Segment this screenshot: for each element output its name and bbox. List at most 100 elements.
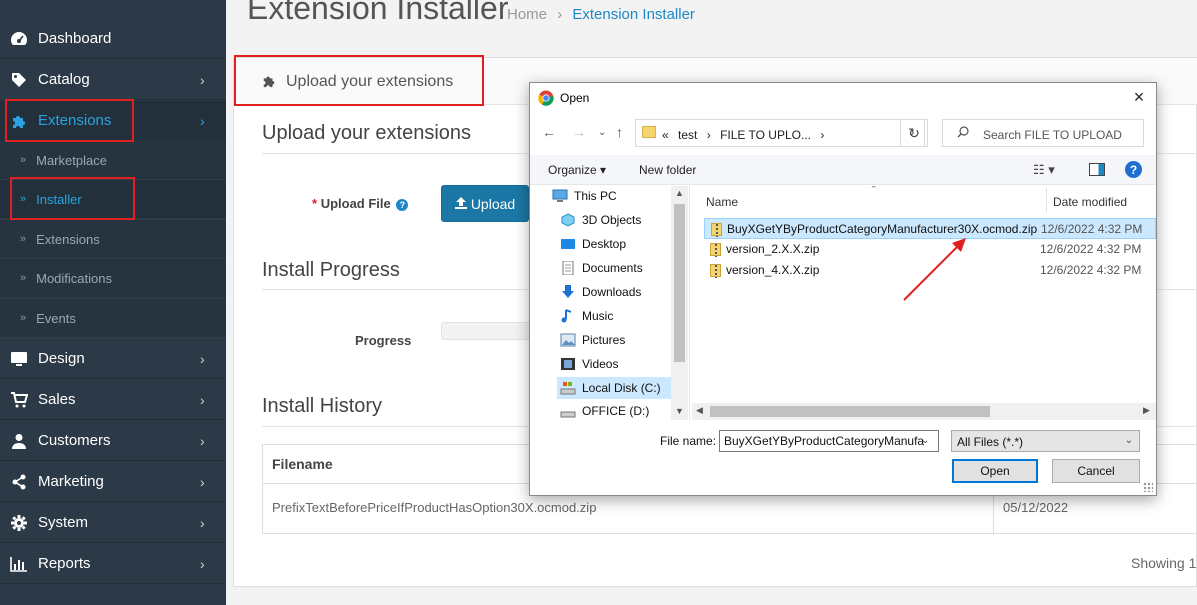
share-icon bbox=[10, 473, 28, 491]
sidebar-sub-label: Marketplace bbox=[36, 152, 107, 168]
sidebar-sub-label: Modifications bbox=[36, 270, 112, 286]
table-cell-filename: PrefixTextBeforePriceIfProductHasOption3… bbox=[272, 500, 597, 515]
sidebar-sub-label: Extensions bbox=[36, 231, 100, 247]
scroll-up-icon[interactable]: ▲ bbox=[675, 188, 684, 198]
music-icon bbox=[560, 309, 576, 323]
tree-item-label: Videos bbox=[582, 357, 619, 371]
organize-button[interactable]: Organize ▾ bbox=[548, 163, 606, 177]
sidebar-sub-item-events[interactable]: » Events bbox=[0, 299, 226, 338]
file-row[interactable]: version_4.X.X.zip 12/6/2022 4:32 PM bbox=[704, 260, 1156, 281]
sidebar-item-label: Reports bbox=[38, 555, 91, 572]
preview-pane-icon[interactable] bbox=[1089, 163, 1105, 176]
close-icon[interactable]: × bbox=[1130, 88, 1148, 106]
file-date: 12/6/2022 4:32 PM bbox=[1040, 242, 1142, 256]
disk-icon bbox=[560, 404, 576, 418]
sidebar-item-design[interactable]: Design › bbox=[0, 339, 226, 379]
sidebar-item-extensions[interactable]: Extensions › bbox=[0, 101, 226, 141]
zip-file-icon bbox=[710, 243, 721, 257]
sidebar-item-customers[interactable]: Customers › bbox=[0, 421, 226, 461]
computer-icon bbox=[552, 189, 568, 203]
table-cell-date: 05/12/2022 bbox=[1003, 500, 1069, 515]
recent-locations-icon[interactable]: ⌄ bbox=[598, 127, 606, 138]
sidebar: Dashboard Catalog › Extensions › » Marke… bbox=[0, 0, 226, 605]
forward-arrow-icon[interactable]: → bbox=[572, 124, 586, 140]
chrome-icon bbox=[538, 90, 554, 106]
sidebar-item-dashboard[interactable]: Dashboard bbox=[0, 19, 226, 59]
view-options-icon[interactable]: ☷ ▾ bbox=[1033, 162, 1055, 178]
upload-section-heading: Upload your extensions bbox=[262, 122, 472, 144]
column-header-name[interactable]: Name bbox=[706, 195, 738, 209]
scrollbar-thumb[interactable] bbox=[710, 406, 990, 417]
scrollbar-thumb[interactable] bbox=[674, 204, 685, 362]
cancel-button[interactable]: Cancel bbox=[1052, 459, 1140, 483]
back-arrow-icon[interactable]: ← bbox=[542, 124, 556, 140]
file-row-selected[interactable]: BuyXGetYByProductCategoryManufacturer30X… bbox=[704, 218, 1156, 239]
tree-item-local-disk[interactable]: Local Disk (C:) bbox=[557, 377, 671, 399]
file-row[interactable]: version_2.X.X.zip 12/6/2022 4:32 PM bbox=[704, 239, 1156, 260]
file-name: version_4.X.X.zip bbox=[726, 263, 820, 277]
tree-scrollbar[interactable]: ▲ ▼ bbox=[671, 186, 688, 420]
panel-heading-text: Upload your extensions bbox=[286, 73, 454, 90]
sidebar-item-label: Dashboard bbox=[38, 30, 112, 47]
chevron-right-icon: › bbox=[200, 392, 205, 408]
folder-icon bbox=[642, 126, 656, 138]
sidebar-sub-item-marketplace[interactable]: » Marketplace bbox=[0, 141, 226, 180]
horizontal-scrollbar[interactable]: ◀ ▶ bbox=[692, 403, 1156, 420]
breadcrumb-current[interactable]: Extension Installer bbox=[572, 6, 695, 23]
help-icon[interactable]: ? bbox=[1125, 161, 1142, 178]
file-name: BuyXGetYByProductCategoryManufacturer30X… bbox=[727, 222, 1038, 236]
double-chevron-icon: » bbox=[20, 312, 27, 324]
sidebar-sub-item-extensions[interactable]: » Extensions bbox=[0, 220, 226, 259]
column-divider[interactable] bbox=[1046, 188, 1047, 212]
refresh-icon[interactable]: ↻ bbox=[900, 119, 928, 147]
scroll-right-icon[interactable]: ▶ bbox=[1143, 405, 1150, 416]
sidebar-item-system[interactable]: System › bbox=[0, 503, 226, 543]
sidebar-sub-item-installer[interactable]: » Installer bbox=[0, 180, 226, 219]
double-chevron-icon: » bbox=[20, 193, 27, 205]
breadcrumb-home[interactable]: Home bbox=[507, 6, 547, 23]
new-folder-button[interactable]: New folder bbox=[639, 163, 696, 177]
sidebar-item-label: Extensions bbox=[38, 112, 112, 129]
sidebar-item-label: Customers bbox=[38, 432, 111, 449]
sidebar-item-catalog[interactable]: Catalog › bbox=[0, 60, 226, 100]
file-type-select[interactable]: All Files (*.*) ⌄ bbox=[951, 430, 1140, 452]
scroll-left-icon[interactable]: ◀ bbox=[696, 405, 703, 416]
file-name-input[interactable]: BuyXGetYByProductCategoryManufa bbox=[719, 430, 939, 452]
cube-icon bbox=[560, 213, 576, 227]
chevron-right-icon: › bbox=[200, 433, 205, 449]
scroll-down-icon[interactable]: ▼ bbox=[675, 406, 684, 416]
search-icon bbox=[957, 126, 969, 141]
install-progress-heading: Install Progress bbox=[262, 259, 400, 281]
sidebar-item-sales[interactable]: Sales › bbox=[0, 380, 226, 420]
address-segment[interactable]: test bbox=[678, 128, 697, 142]
address-bar[interactable]: « test › FILE TO UPLO... › ⌄ bbox=[635, 119, 925, 147]
upload-button[interactable]: Upload bbox=[441, 185, 529, 222]
puzzle-icon bbox=[262, 74, 276, 88]
tag-icon bbox=[10, 71, 28, 89]
dialog-title: Open bbox=[560, 91, 590, 105]
open-button[interactable]: Open bbox=[952, 459, 1038, 483]
sort-ascending-icon: ⌃ bbox=[870, 186, 878, 194]
sidebar-item-marketing[interactable]: Marketing › bbox=[0, 462, 226, 502]
file-list: ⌃ Name Date modified BuyXGetYByProductCa… bbox=[692, 186, 1156, 420]
column-header-date[interactable]: Date modified bbox=[1053, 195, 1127, 209]
address-separator: › bbox=[706, 128, 711, 142]
desktop-icon bbox=[560, 237, 576, 251]
up-arrow-icon[interactable]: ↑ bbox=[616, 124, 623, 140]
resize-grip-icon[interactable] bbox=[1143, 482, 1153, 492]
tree-item-label: Pictures bbox=[582, 333, 626, 347]
chevron-down-icon[interactable]: ⌄ bbox=[921, 435, 929, 446]
pictures-icon bbox=[560, 333, 576, 347]
search-input[interactable]: Search FILE TO UPLOAD bbox=[942, 119, 1144, 147]
chevron-right-icon: › bbox=[200, 515, 205, 531]
page-title: Extension Installer bbox=[247, 0, 509, 26]
upload-file-label-text: Upload File bbox=[320, 196, 391, 211]
upload-button-label: Upload bbox=[470, 195, 516, 212]
tree-item-this-pc[interactable]: This PC bbox=[552, 186, 688, 207]
chevron-down-icon: ⌄ bbox=[1124, 435, 1133, 446]
address-segment[interactable]: FILE TO UPLO... bbox=[720, 128, 811, 142]
sidebar-sub-item-modifications[interactable]: » Modifications bbox=[0, 259, 226, 298]
puzzle-icon bbox=[10, 112, 28, 130]
sidebar-item-reports[interactable]: Reports › bbox=[0, 544, 226, 584]
chevron-right-icon: › bbox=[200, 72, 205, 88]
